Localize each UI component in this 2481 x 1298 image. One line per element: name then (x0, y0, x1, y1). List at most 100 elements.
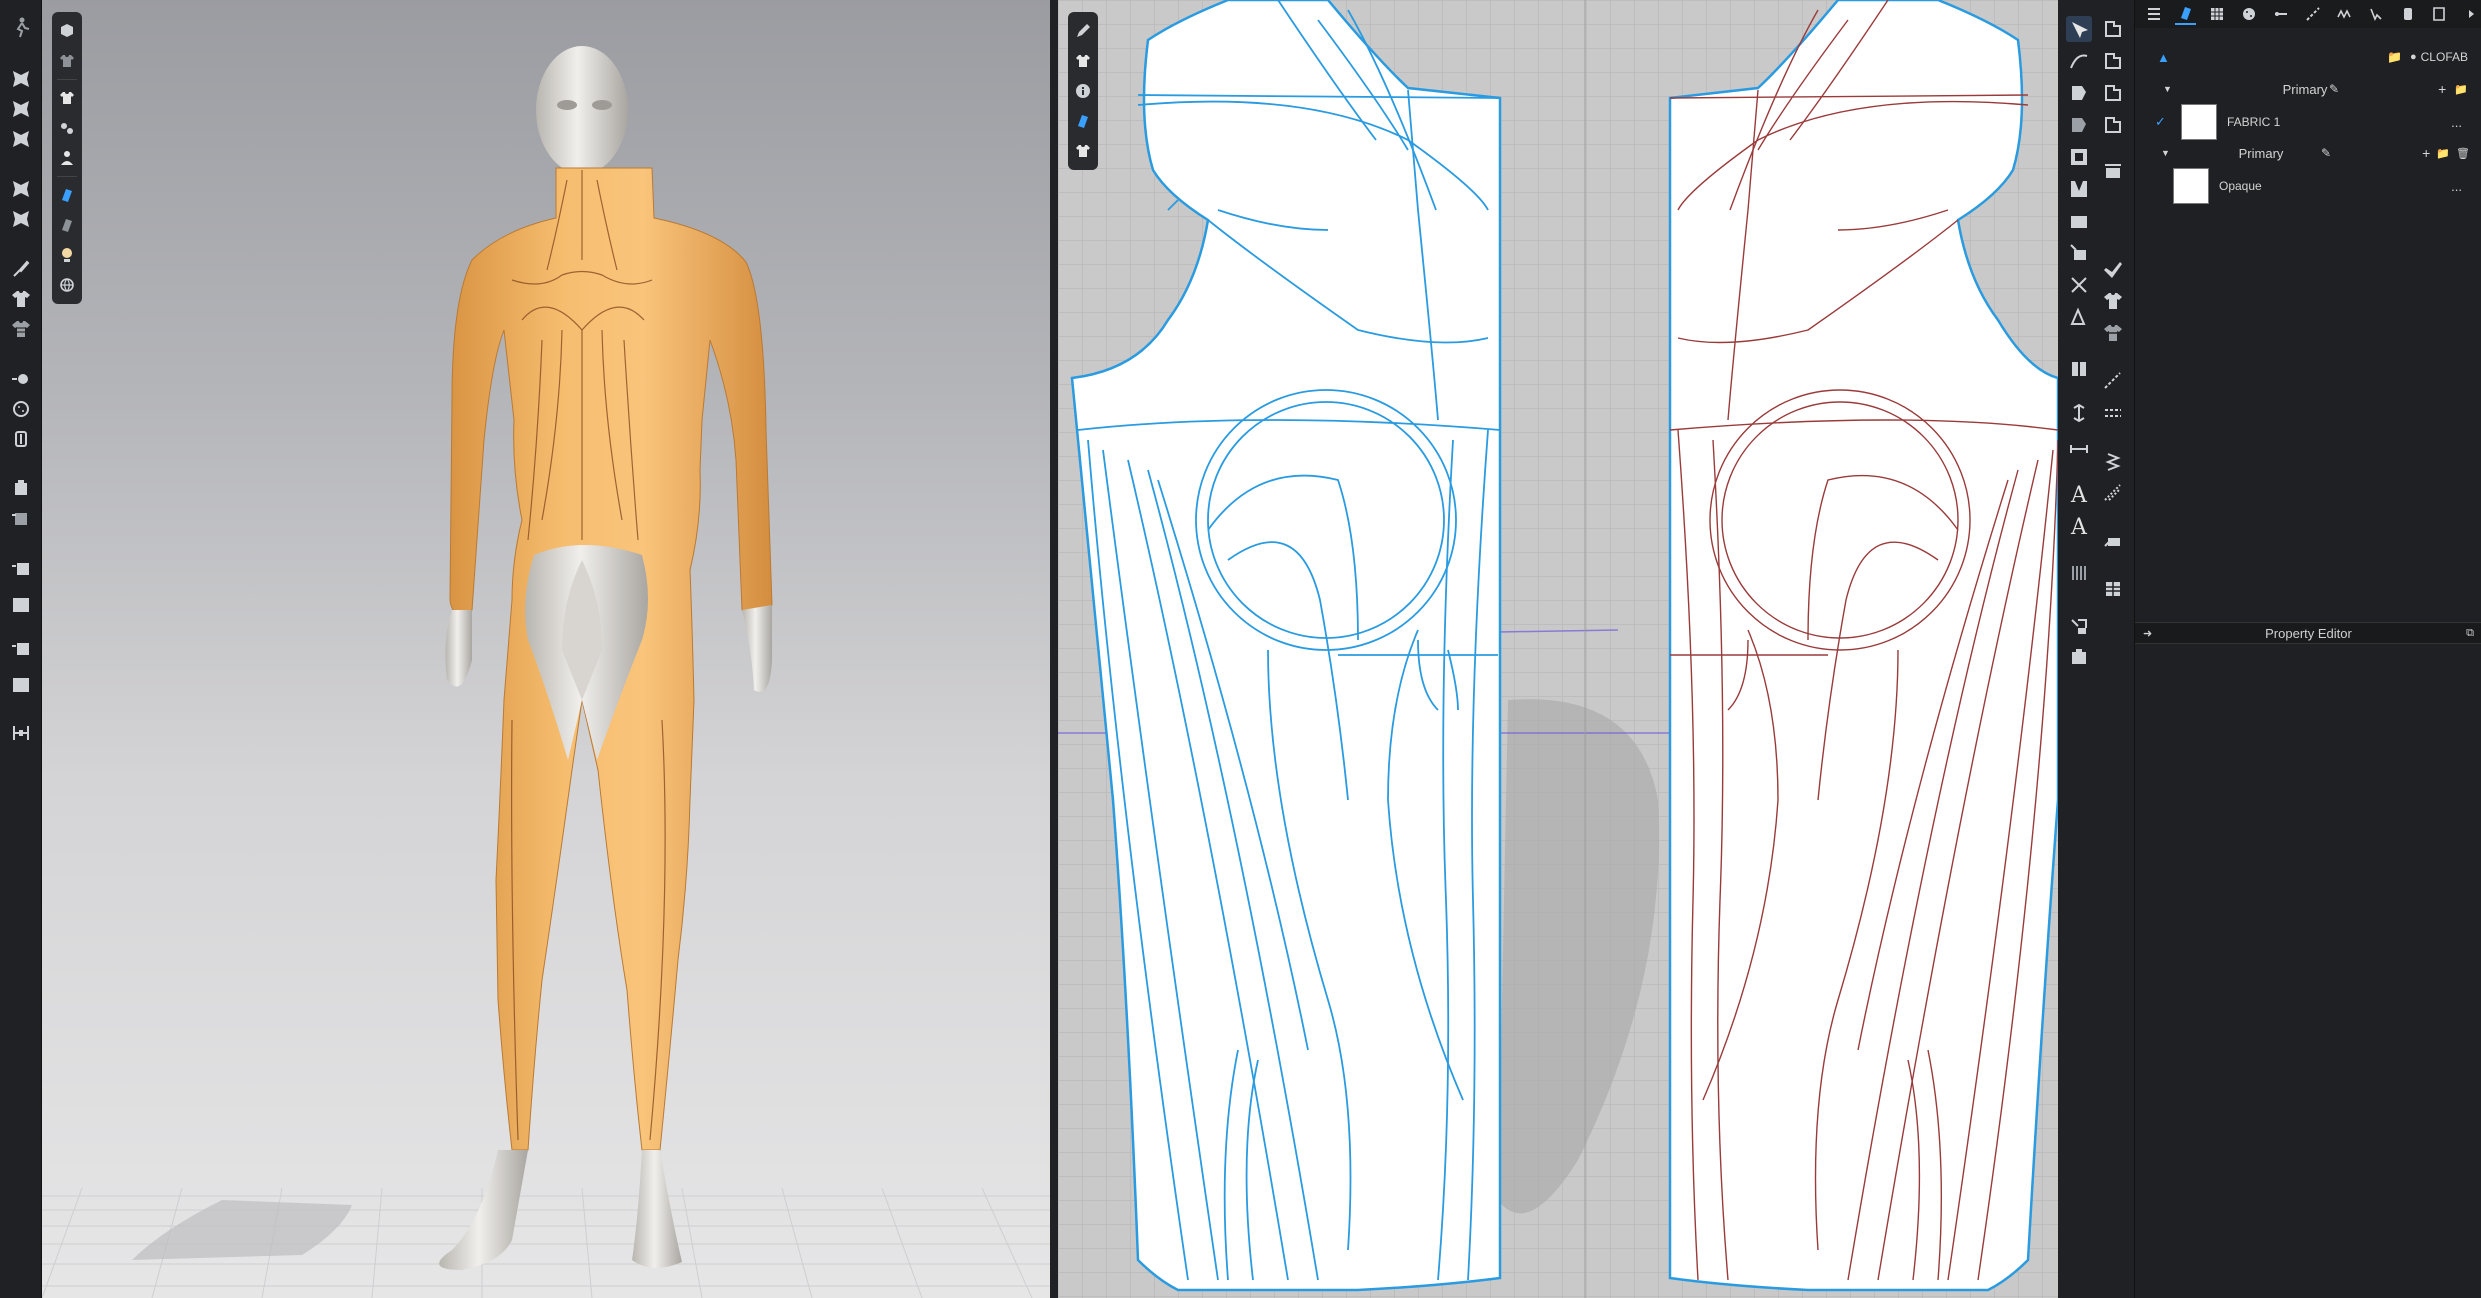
m-n-sewing-icon[interactable] (2100, 320, 2126, 346)
grading-icon[interactable] (2066, 560, 2092, 586)
add-icon[interactable]: + (2438, 81, 2446, 97)
sewing-line-icon[interactable] (2100, 400, 2126, 426)
material-more[interactable]: ... (2451, 179, 2462, 194)
viewport-divider[interactable] (1050, 0, 1058, 1298)
transform-pattern-icon[interactable] (2066, 16, 2092, 42)
topstitch-icon[interactable] (2100, 480, 2126, 506)
curve-point-icon[interactable] (2100, 80, 2126, 106)
arrange-fabric-icon[interactable] (2066, 644, 2092, 670)
pin-display-icon[interactable] (52, 113, 82, 143)
fabric-render-icon[interactable] (52, 180, 82, 210)
fabric-more[interactable]: ... (2451, 115, 2462, 130)
2d-pattern-viewport[interactable] (1058, 0, 2058, 1298)
shirt-icon[interactable] (8, 286, 34, 312)
text-tool-icon[interactable]: A (2066, 482, 2092, 508)
texture-render-icon[interactable] (52, 210, 82, 240)
avatar-display-icon[interactable] (52, 46, 82, 76)
trim-tab-icon[interactable] (2397, 3, 2419, 25)
measure-horizontal-icon[interactable] (2066, 436, 2092, 462)
pattern-shirt-icon[interactable] (1068, 46, 1098, 76)
add-point-icon[interactable] (2100, 112, 2126, 138)
cube-icon[interactable] (52, 16, 82, 46)
fabric-texture-icon[interactable] (8, 316, 34, 342)
symmetric-icon[interactable] (2066, 356, 2092, 382)
texture-icon[interactable] (8, 592, 34, 618)
brand-label[interactable]: CLOFAB (2421, 50, 2468, 64)
globe-icon[interactable] (52, 270, 82, 300)
layout-icon[interactable] (2100, 576, 2126, 602)
chevron-down-icon[interactable]: ▼ (2163, 84, 2172, 94)
3d-viewport[interactable] (42, 0, 1050, 1298)
shirt-display-icon[interactable] (52, 83, 82, 113)
edit-pattern-icon[interactable] (2100, 16, 2126, 42)
edit-pencil-icon-2[interactable]: ✎ (2321, 146, 2331, 160)
check-sewing-icon[interactable] (2100, 368, 2126, 394)
material-swatch[interactable] (2173, 168, 2209, 204)
buttonhole-tab-icon[interactable] (2270, 3, 2292, 25)
trace-icon[interactable] (2066, 208, 2092, 234)
delete-icon[interactable]: 🗑 (2456, 147, 2470, 160)
texture-tab-icon[interactable] (2206, 3, 2228, 25)
arrange-icon[interactable] (2066, 614, 2092, 640)
folder-add-icon[interactable]: 📁 (2454, 83, 2468, 96)
dart-icon[interactable] (2066, 176, 2092, 202)
tack-mesh-icon[interactable] (8, 206, 34, 232)
person-icon[interactable] (52, 143, 82, 173)
edit-curve-icon[interactable] (2066, 48, 2092, 74)
material-name[interactable]: Opaque (2219, 179, 2262, 193)
text-edit-icon[interactable]: A (2066, 514, 2092, 540)
pen-icon[interactable] (1068, 16, 1098, 46)
move-mesh-icon[interactable] (8, 96, 34, 122)
trim-icon[interactable] (8, 506, 34, 532)
stitch-icon[interactable] (2100, 448, 2126, 474)
material-row[interactable]: Opaque ... (2135, 164, 2481, 208)
puckering-icon[interactable] (2100, 528, 2126, 554)
zipper-tab-icon[interactable] (2365, 3, 2387, 25)
light-icon[interactable] (52, 240, 82, 270)
fold-mesh-icon[interactable] (8, 176, 34, 202)
stitch-tab-icon[interactable] (2333, 3, 2355, 25)
brush-icon[interactable] (8, 256, 34, 282)
info-icon[interactable] (1068, 76, 1098, 106)
avatar-measure-icon[interactable] (8, 636, 34, 662)
edit-pencil-icon[interactable]: ✎ (2329, 82, 2339, 96)
popout-icon[interactable]: ⧉ (2466, 627, 2474, 640)
cut-icon[interactable] (2066, 272, 2092, 298)
segment-sewing-icon[interactable] (2100, 258, 2126, 284)
avatar-edit-icon[interactable] (8, 672, 34, 698)
pin-mesh-icon[interactable] (8, 126, 34, 152)
graphic-tab-icon[interactable] (2429, 3, 2451, 25)
list-icon[interactable] (2143, 3, 2165, 25)
pleat-icon[interactable] (2066, 240, 2092, 266)
offset-icon[interactable] (2100, 160, 2126, 186)
expand-arrow-icon[interactable]: ➜ (2143, 627, 2152, 640)
free-sewing-icon[interactable] (2100, 288, 2126, 314)
chevron-down-icon-2[interactable]: ▼ (2161, 148, 2170, 158)
fabric-row[interactable]: ✓ FABRIC 1 ... (2135, 100, 2481, 144)
edit-segment-icon[interactable] (2100, 48, 2126, 74)
fabric-2d-icon[interactable] (1068, 106, 1098, 136)
internal-polygon-icon[interactable] (2066, 144, 2092, 170)
button-tool-icon[interactable] (8, 366, 34, 392)
group-row-2[interactable]: ▼ Primary ✎ + 📁 🗑 (2135, 144, 2481, 162)
ruler-icon[interactable] (8, 720, 34, 746)
measure-vertical-icon[interactable] (2066, 400, 2092, 426)
add-icon-2[interactable]: + (2422, 145, 2430, 161)
rectangle-icon[interactable] (2066, 112, 2092, 138)
group-row-1[interactable]: ▼ Primary ✎ + 📁 (2135, 80, 2481, 98)
simulation-icon[interactable] (8, 14, 34, 40)
polygon-icon[interactable] (2066, 80, 2092, 106)
shirt-layer-icon[interactable] (1068, 136, 1098, 166)
tape-icon[interactable] (8, 476, 34, 502)
fabric-name[interactable]: FABRIC 1 (2227, 115, 2280, 129)
zipper-icon[interactable] (8, 426, 34, 452)
select-button-icon[interactable] (8, 396, 34, 422)
fabric-swatch[interactable] (2181, 104, 2217, 140)
folder-icon[interactable]: 📁 (2387, 50, 2402, 64)
more-tabs-icon[interactable] (2460, 3, 2481, 25)
folder-add-icon-2[interactable]: 📁 (2436, 147, 2450, 160)
graphic-icon[interactable] (8, 556, 34, 582)
fabric-tree-icon[interactable]: ▲ (2157, 50, 2170, 65)
topstitch-tab-icon[interactable] (2302, 3, 2324, 25)
select-mesh-icon[interactable] (8, 66, 34, 92)
